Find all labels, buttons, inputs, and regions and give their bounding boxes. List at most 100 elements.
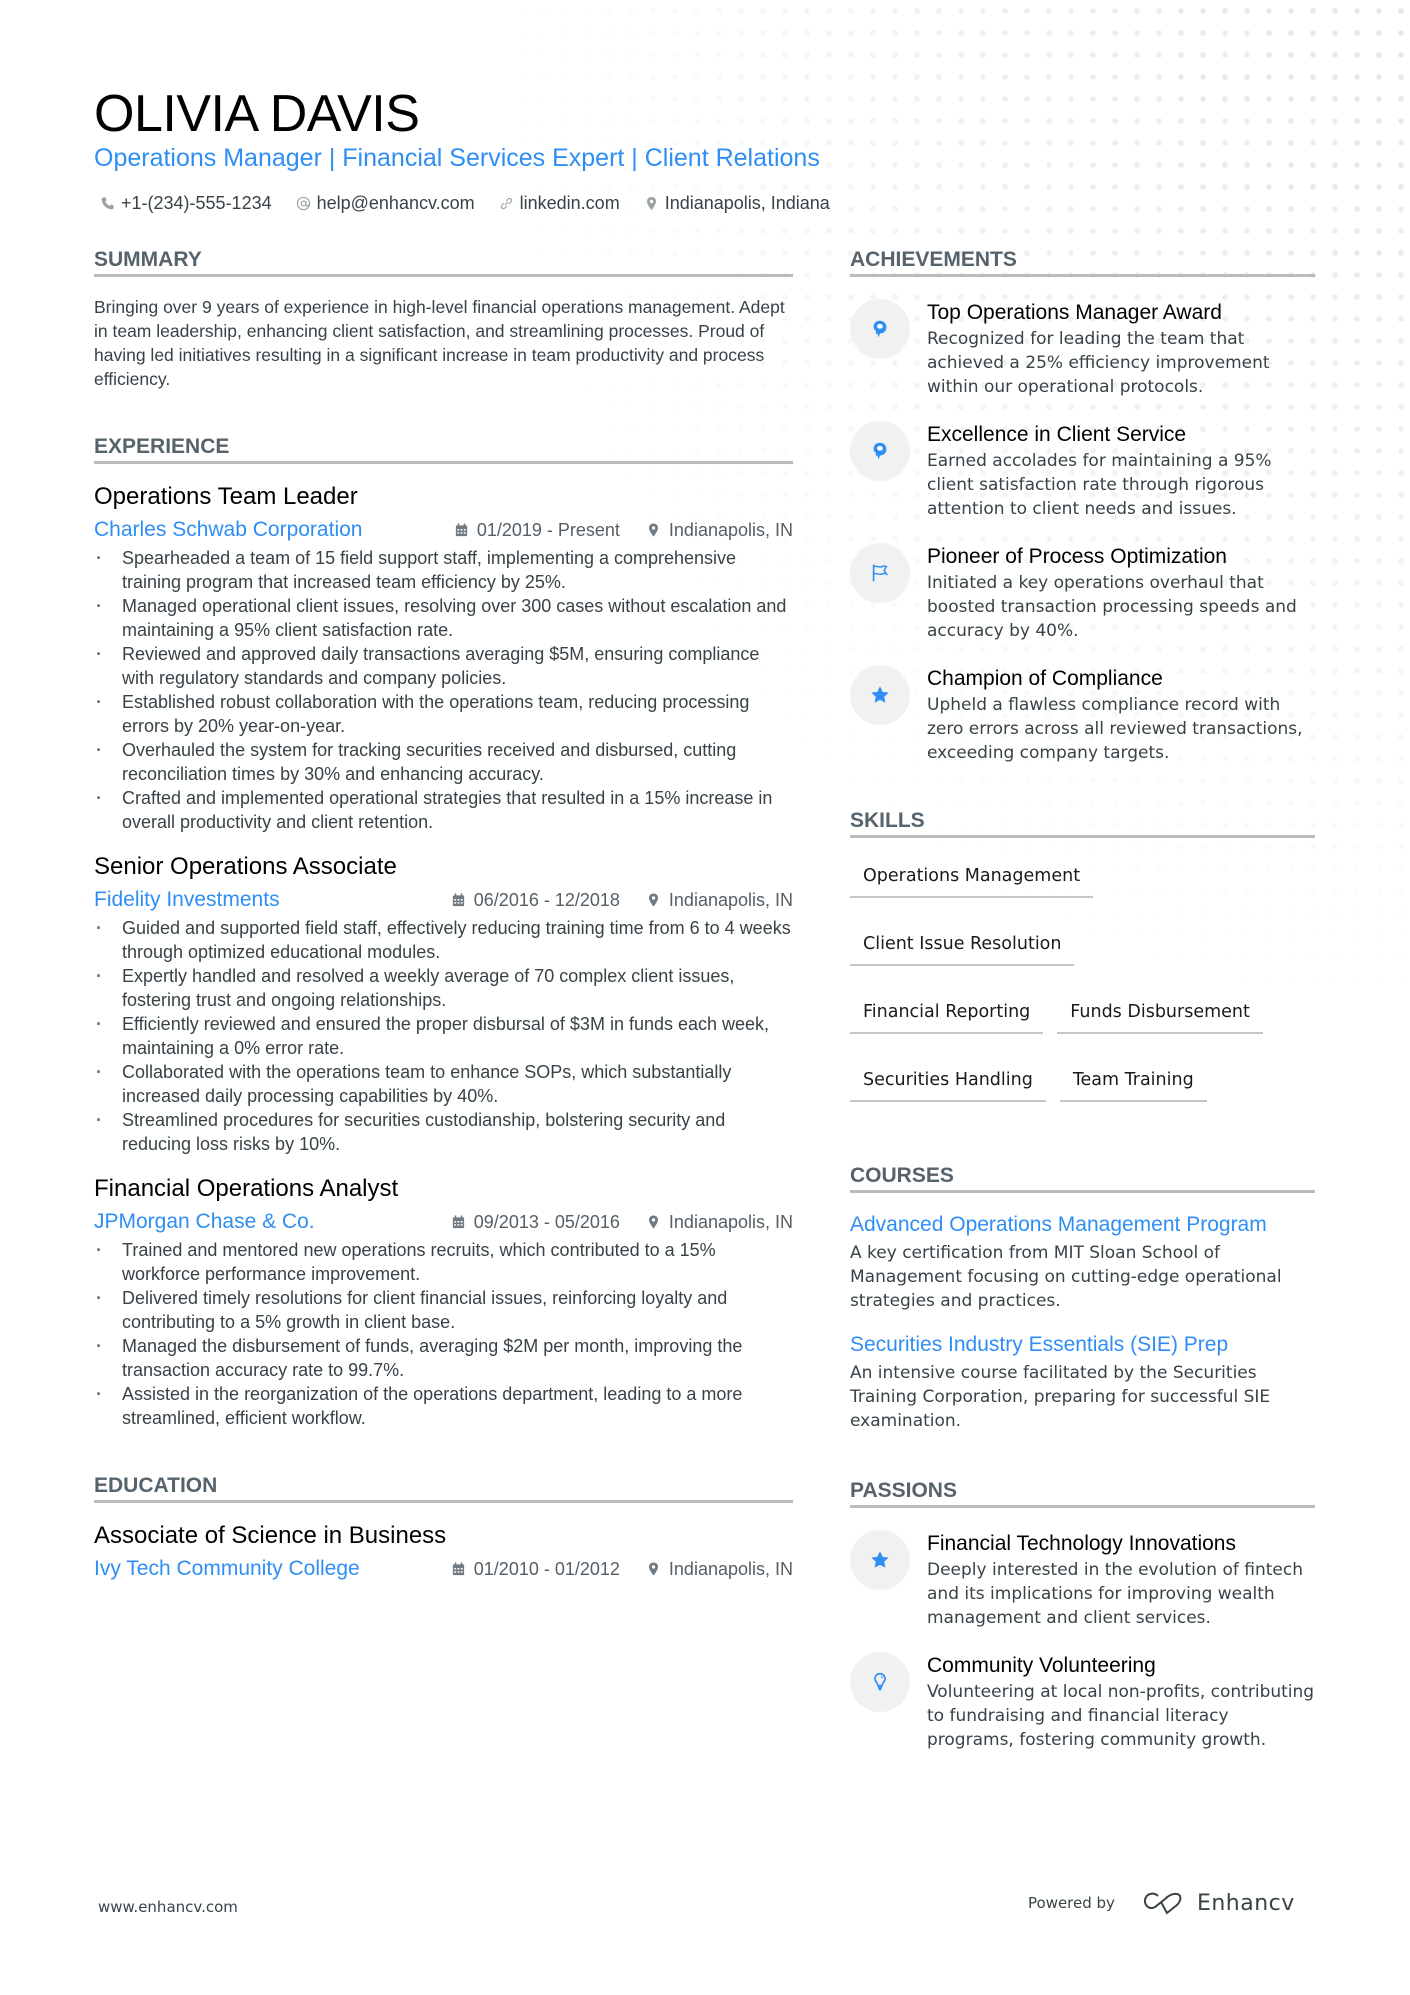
job-meta: 09/2013 - 05/2016 Indianapolis, IN xyxy=(451,1208,793,1236)
education-section: EDUCATION Associate of Science in Busine… xyxy=(94,1472,793,1583)
candidate-headline: Operations Manager | Financial Services … xyxy=(94,144,820,172)
passion-title: Financial Technology Innovations xyxy=(927,1532,1236,1555)
achievement-title: Top Operations Manager Award xyxy=(927,301,1222,324)
dates-text: 06/2016 - 12/2018 xyxy=(473,890,620,910)
course-item: Advanced Operations Management Program A… xyxy=(850,1211,1315,1313)
linkedin-link: linkedin.com xyxy=(519,193,620,213)
passion-content: Community Volunteering Volunteering at l… xyxy=(927,1652,1315,1752)
summary-text: Bringing over 9 years of experience in h… xyxy=(94,297,785,389)
brand-name: Enhancv xyxy=(1196,1890,1295,1916)
contact-email[interactable]: help@enhancv.com xyxy=(296,190,475,216)
passions-heading: PASSIONS xyxy=(850,1477,1315,1508)
achievements-section: ACHIEVEMENTS Top Operations Manager Awar… xyxy=(850,246,1315,765)
skills-heading: SKILLS xyxy=(850,807,1315,838)
at-icon xyxy=(296,196,310,210)
location-pin-icon xyxy=(648,1215,658,1229)
enhancv-logo-icon xyxy=(1143,1892,1182,1915)
passion-item: Financial Technology Innovations Deeply … xyxy=(850,1530,1315,1630)
link-icon xyxy=(500,197,512,209)
course-description: An intensive course facilitated by the S… xyxy=(850,1363,1271,1431)
head-brain-icon xyxy=(873,442,887,460)
contact-location: Indianapolis, Indiana xyxy=(644,190,830,216)
passion-icon-badge xyxy=(850,1652,910,1712)
job-meta-row: Fidelity Investments 06/2016 - 12/2018 I… xyxy=(94,886,793,914)
course-title[interactable]: Securities Industry Essentials (SIE) Pre… xyxy=(850,1331,1315,1359)
powered-by-label: Powered by xyxy=(1028,1894,1115,1912)
company-name[interactable]: Charles Schwab Corporation xyxy=(94,516,362,544)
left-column: SUMMARY Bringing over 9 years of experie… xyxy=(94,246,793,1583)
achievement-icon-badge xyxy=(850,543,910,603)
achievement-item: Pioneer of Process Optimization Initiate… xyxy=(850,543,1315,643)
bullet-item: Spearheaded a team of 15 field support s… xyxy=(94,546,793,594)
achievement-icon-badge xyxy=(850,421,910,481)
bullet-item: Efficiently reviewed and ensured the pro… xyxy=(94,1012,793,1060)
location-pin-icon xyxy=(648,523,658,537)
education-location: Indianapolis, IN xyxy=(646,1555,793,1583)
passion-title: Community Volunteering xyxy=(927,1654,1156,1677)
dates-text: 01/2010 - 01/2012 xyxy=(473,1559,620,1579)
job-title: Operations Team Leader xyxy=(94,483,358,510)
flag-icon xyxy=(872,564,889,582)
job-location: Indianapolis, IN xyxy=(646,1208,793,1236)
experience-entry: Financial Operations Analyst JPMorgan Ch… xyxy=(94,1174,793,1430)
courses-section: COURSES Advanced Operations Management P… xyxy=(850,1162,1315,1433)
passions-section: PASSIONS Financial Technology Innovation… xyxy=(850,1477,1315,1752)
passion-icon-badge xyxy=(850,1530,910,1590)
calendar-icon xyxy=(455,523,467,537)
company-name[interactable]: Fidelity Investments xyxy=(94,886,280,914)
bullet-item: Reviewed and approved daily transactions… xyxy=(94,642,793,690)
job-title: Senior Operations Associate xyxy=(94,853,397,880)
location-text: Indianapolis, IN xyxy=(668,1559,793,1579)
email-address: help@enhancv.com xyxy=(316,193,475,213)
skills-list: Operations Management Client Issue Resol… xyxy=(850,858,1315,1102)
bullet-item: Crafted and implemented operational stra… xyxy=(94,786,793,834)
job-meta-row: Charles Schwab Corporation 01/2019 - Pre… xyxy=(94,516,793,544)
school-name[interactable]: Ivy Tech Community College xyxy=(94,1555,360,1583)
location-text: Indianapolis, IN xyxy=(668,520,793,540)
job-title: Financial Operations Analyst xyxy=(94,1175,399,1202)
right-column: ACHIEVEMENTS Top Operations Manager Awar… xyxy=(850,246,1315,1752)
bullet-item: Guided and supported field staff, effect… xyxy=(94,916,793,964)
calendar-icon xyxy=(452,893,464,907)
bullet-item: Managed the disbursement of funds, avera… xyxy=(94,1334,793,1382)
achievement-item: Excellence in Client Service Earned acco… xyxy=(850,421,1315,521)
experience-section: EXPERIENCE Operations Team Leader Charle… xyxy=(94,433,793,1430)
education-dates: 01/2010 - 01/2012 xyxy=(451,1555,620,1583)
skill-tag: Financial Reporting xyxy=(850,994,1044,1034)
bullet-item: Collaborated with the operations team to… xyxy=(94,1060,793,1108)
course-title[interactable]: Advanced Operations Management Program xyxy=(850,1211,1315,1239)
skill-tag: Client Issue Resolution xyxy=(850,926,1075,966)
experience-entry: Operations Team Leader Charles Schwab Co… xyxy=(94,482,793,834)
calendar-icon xyxy=(452,1562,464,1576)
job-meta: 06/2016 - 12/2018 Indianapolis, IN xyxy=(451,886,793,914)
skill-tag: Operations Management xyxy=(850,858,1094,898)
contact-linkedin[interactable]: linkedin.com xyxy=(499,190,620,216)
summary-section: SUMMARY Bringing over 9 years of experie… xyxy=(94,246,793,391)
location-pin-icon xyxy=(646,196,656,210)
contact-phone[interactable]: +1-(234)-555-1234 xyxy=(100,190,272,216)
phone-icon xyxy=(101,196,114,209)
job-bullets: Spearheaded a team of 15 field support s… xyxy=(94,546,793,834)
achievement-title: Pioneer of Process Optimization xyxy=(927,545,1227,568)
skill-tag: Team Training xyxy=(1059,1062,1207,1102)
star-icon xyxy=(871,1551,889,1568)
job-dates: 09/2013 - 05/2016 xyxy=(451,1208,620,1236)
enhancv-logo[interactable]: Enhancv xyxy=(1141,1890,1295,1916)
job-bullets: Guided and supported field staff, effect… xyxy=(94,916,793,1156)
achievement-item: Champion of Compliance Upheld a flawless… xyxy=(850,665,1315,765)
achievement-item: Top Operations Manager Award Recognized … xyxy=(850,299,1315,399)
star-icon xyxy=(871,686,889,703)
skill-tag: Securities Handling xyxy=(850,1062,1046,1102)
candidate-name: OLIVIA DAVIS xyxy=(94,85,420,143)
achievement-content: Pioneer of Process Optimization Initiate… xyxy=(927,543,1315,643)
dates-text: 01/2019 - Present xyxy=(476,520,620,540)
education-meta-row: Ivy Tech Community College 01/2010 - 01/… xyxy=(94,1555,793,1583)
achievement-content: Excellence in Client Service Earned acco… xyxy=(927,421,1315,521)
skills-section: SKILLS Operations Management Client Issu… xyxy=(850,807,1315,1102)
education-heading: EDUCATION xyxy=(94,1472,793,1503)
company-name[interactable]: JPMorgan Chase & Co. xyxy=(94,1208,315,1236)
calendar-icon xyxy=(452,1215,464,1229)
job-location: Indianapolis, IN xyxy=(646,886,793,914)
bullet-item: Overhauled the system for tracking secur… xyxy=(94,738,793,786)
footer-website-link[interactable]: www.enhancv.com xyxy=(98,1898,238,1916)
